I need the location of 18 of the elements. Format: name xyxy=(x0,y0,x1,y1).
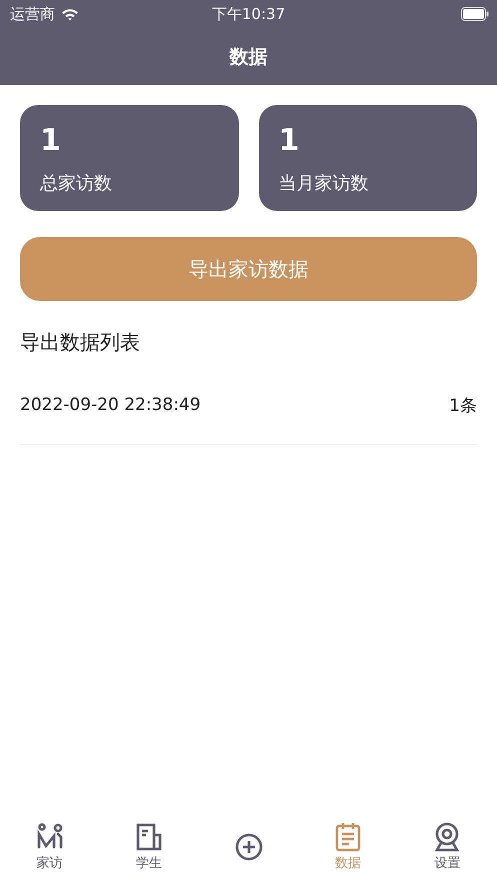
section-title: 导出数据列表 xyxy=(20,329,141,356)
page-title: 数据 xyxy=(230,44,268,70)
tab-item[interactable]: 学生 xyxy=(99,814,199,879)
status-time: 下午10:37 xyxy=(212,4,286,24)
tab-item[interactable]: 家访 xyxy=(0,814,100,879)
stat-label: 当月家访数 xyxy=(278,172,370,195)
stat-value: 1 xyxy=(40,123,62,159)
stat-value: 1 xyxy=(278,123,300,159)
export-count: 1条 xyxy=(449,394,477,416)
stat-label: 总家访数 xyxy=(40,172,113,195)
battery-icon xyxy=(461,7,489,21)
wifi-icon xyxy=(61,8,79,20)
export-time: 2022-09-20 22:38:49 xyxy=(20,395,201,415)
carrier-name: 运营商 xyxy=(10,4,55,24)
add-icon xyxy=(234,832,264,862)
book-icon xyxy=(134,822,164,852)
tab-item[interactable]: 设置 xyxy=(398,814,497,879)
people-icon xyxy=(34,822,65,852)
